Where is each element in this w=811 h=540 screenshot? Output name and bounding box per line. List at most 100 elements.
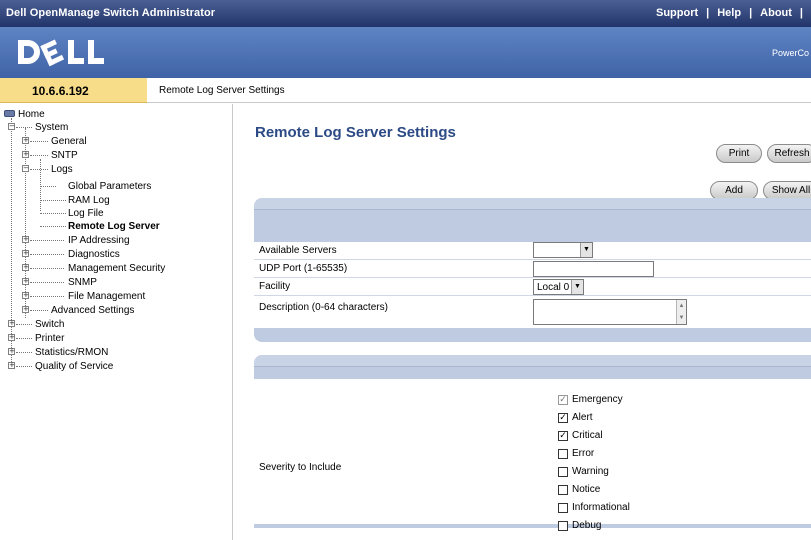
udp-port-label: UDP Port (1-65535) — [259, 263, 348, 274]
expand-icon[interactable]: + — [22, 236, 29, 243]
tree-item-management-security[interactable]: Management Security — [68, 263, 165, 274]
description-label: Description (0-64 characters) — [259, 302, 388, 313]
expand-icon[interactable]: + — [22, 264, 29, 271]
tree-line — [40, 213, 66, 214]
severity-option-label: Debug — [572, 520, 602, 531]
tree-item-snmp[interactable]: SNMP — [68, 277, 97, 288]
tree-item-sntp[interactable]: SNTP — [51, 150, 78, 161]
checkbox-unchecked[interactable] — [558, 503, 568, 513]
tree-item-log-file[interactable]: Log File — [68, 208, 104, 219]
checkbox-unchecked[interactable] — [558, 521, 568, 531]
tree-line — [30, 268, 64, 269]
facility-select[interactable]: Local 0 ▼ — [533, 279, 584, 295]
tree-item-statistics-rmon[interactable]: Statistics/RMON — [35, 347, 108, 358]
tree-line — [30, 155, 48, 156]
tree-item-file-management[interactable]: File Management — [68, 291, 145, 302]
description-textarea[interactable]: ▲ ▼ — [533, 299, 687, 325]
tree-line — [30, 296, 64, 297]
tree-item-global-parameters[interactable]: Global Parameters — [68, 181, 151, 192]
expand-icon[interactable]: + — [22, 151, 29, 158]
checkbox-unchecked[interactable] — [558, 449, 568, 459]
tree-item-home[interactable]: Home — [18, 109, 45, 120]
settings-form: Available Servers ▼ UDP Port (1-65535) F… — [254, 209, 811, 336]
tree-item-logs[interactable]: Logs — [51, 164, 73, 175]
checkbox-unchecked[interactable] — [558, 467, 568, 477]
support-link[interactable]: Support — [656, 7, 698, 19]
expand-icon[interactable]: + — [22, 278, 29, 285]
severity-option-label: Notice — [572, 484, 601, 495]
expand-icon[interactable]: + — [8, 362, 15, 369]
expand-icon[interactable]: + — [22, 306, 29, 313]
device-ip: 10.6.6.192 — [32, 84, 89, 98]
expand-icon[interactable]: + — [8, 320, 15, 327]
available-servers-label: Available Servers — [259, 245, 337, 256]
panel-header — [254, 198, 811, 209]
tree-item-ip-addressing[interactable]: IP Addressing — [68, 235, 130, 246]
tree-line — [40, 159, 41, 211]
available-servers-select[interactable]: ▼ — [533, 242, 593, 258]
breadcrumb: Remote Log Server Settings — [147, 78, 811, 103]
tree-item-ram-log[interactable]: RAM Log — [68, 195, 110, 206]
checkbox-checked[interactable]: ✓ — [558, 413, 568, 423]
scroll-down-icon[interactable]: ▼ — [677, 312, 686, 324]
tree-item-diagnostics[interactable]: Diagnostics — [68, 249, 120, 260]
udp-port-input[interactable] — [533, 261, 654, 277]
tree-item-quality-of-service[interactable]: Quality of Service — [35, 361, 113, 372]
tree-line — [30, 169, 48, 170]
tree-line — [30, 254, 64, 255]
expand-icon[interactable]: + — [22, 250, 29, 257]
top-links: Support | Help | About | — [656, 7, 811, 19]
link-separator: | — [799, 7, 803, 19]
textarea-scrollbar[interactable]: ▲ ▼ — [676, 300, 686, 324]
tree-line — [16, 352, 32, 353]
device-ip-box: 10.6.6.192 — [0, 78, 147, 103]
home-icon — [4, 110, 15, 117]
tree-line — [16, 338, 32, 339]
description-row: Description (0-64 characters) ▲ ▼ — [254, 296, 811, 328]
tree-line — [16, 127, 32, 128]
navigation-tree: Home − System + General + SNTP − Logs Gl… — [0, 104, 233, 540]
print-button[interactable]: Print — [716, 144, 762, 163]
tree-item-printer[interactable]: Printer — [35, 333, 64, 344]
expand-icon[interactable]: + — [22, 137, 29, 144]
tree-line — [30, 240, 64, 241]
tree-item-remote-log-server[interactable]: Remote Log Server — [68, 221, 160, 232]
tree-item-system[interactable]: System — [35, 122, 68, 133]
tree-line — [40, 200, 66, 201]
tree-line — [16, 324, 32, 325]
panel-header — [254, 355, 811, 366]
checkbox-checked[interactable]: ✓ — [558, 395, 568, 405]
page-title: Remote Log Server Settings — [255, 124, 456, 141]
refresh-button[interactable]: Refresh — [767, 144, 811, 163]
collapse-icon[interactable]: − — [22, 165, 29, 172]
severity-option-label: Critical — [572, 430, 603, 441]
tree-line — [11, 118, 12, 368]
checkbox-unchecked[interactable] — [558, 485, 568, 495]
checkbox-checked[interactable]: ✓ — [558, 431, 568, 441]
scroll-up-icon[interactable]: ▲ — [677, 300, 686, 312]
facility-label: Facility — [259, 281, 291, 292]
about-link[interactable]: About — [760, 7, 792, 19]
severity-option-label: Alert — [572, 412, 593, 423]
dropdown-arrow-icon: ▼ — [580, 243, 592, 257]
severity-option-label: Informational — [572, 502, 630, 513]
dell-logo — [18, 39, 104, 67]
expand-icon[interactable]: + — [22, 292, 29, 299]
tree-line — [30, 310, 48, 311]
tree-item-general[interactable]: General — [51, 136, 87, 147]
severity-row: Severity to Include ✓ Emergency ✓ Alert … — [254, 379, 811, 531]
udp-port-row: UDP Port (1-65535) — [254, 260, 811, 277]
tree-item-switch[interactable]: Switch — [35, 319, 64, 330]
link-separator: | — [706, 7, 710, 19]
help-link[interactable]: Help — [717, 7, 741, 19]
tree-line — [40, 186, 56, 187]
title-bar: Dell OpenManage Switch Administrator Sup… — [0, 0, 811, 27]
breadcrumb-text: Remote Log Server Settings — [159, 85, 285, 96]
brand-band: PowerCo — [0, 27, 811, 78]
facility-value: Local 0 — [537, 282, 570, 293]
main-content: Remote Log Server Settings Print Refresh… — [234, 104, 811, 540]
collapse-icon[interactable]: − — [8, 123, 15, 130]
tree-item-advanced-settings[interactable]: Advanced Settings — [51, 305, 134, 316]
expand-icon[interactable]: + — [8, 334, 15, 341]
expand-icon[interactable]: + — [8, 348, 15, 355]
